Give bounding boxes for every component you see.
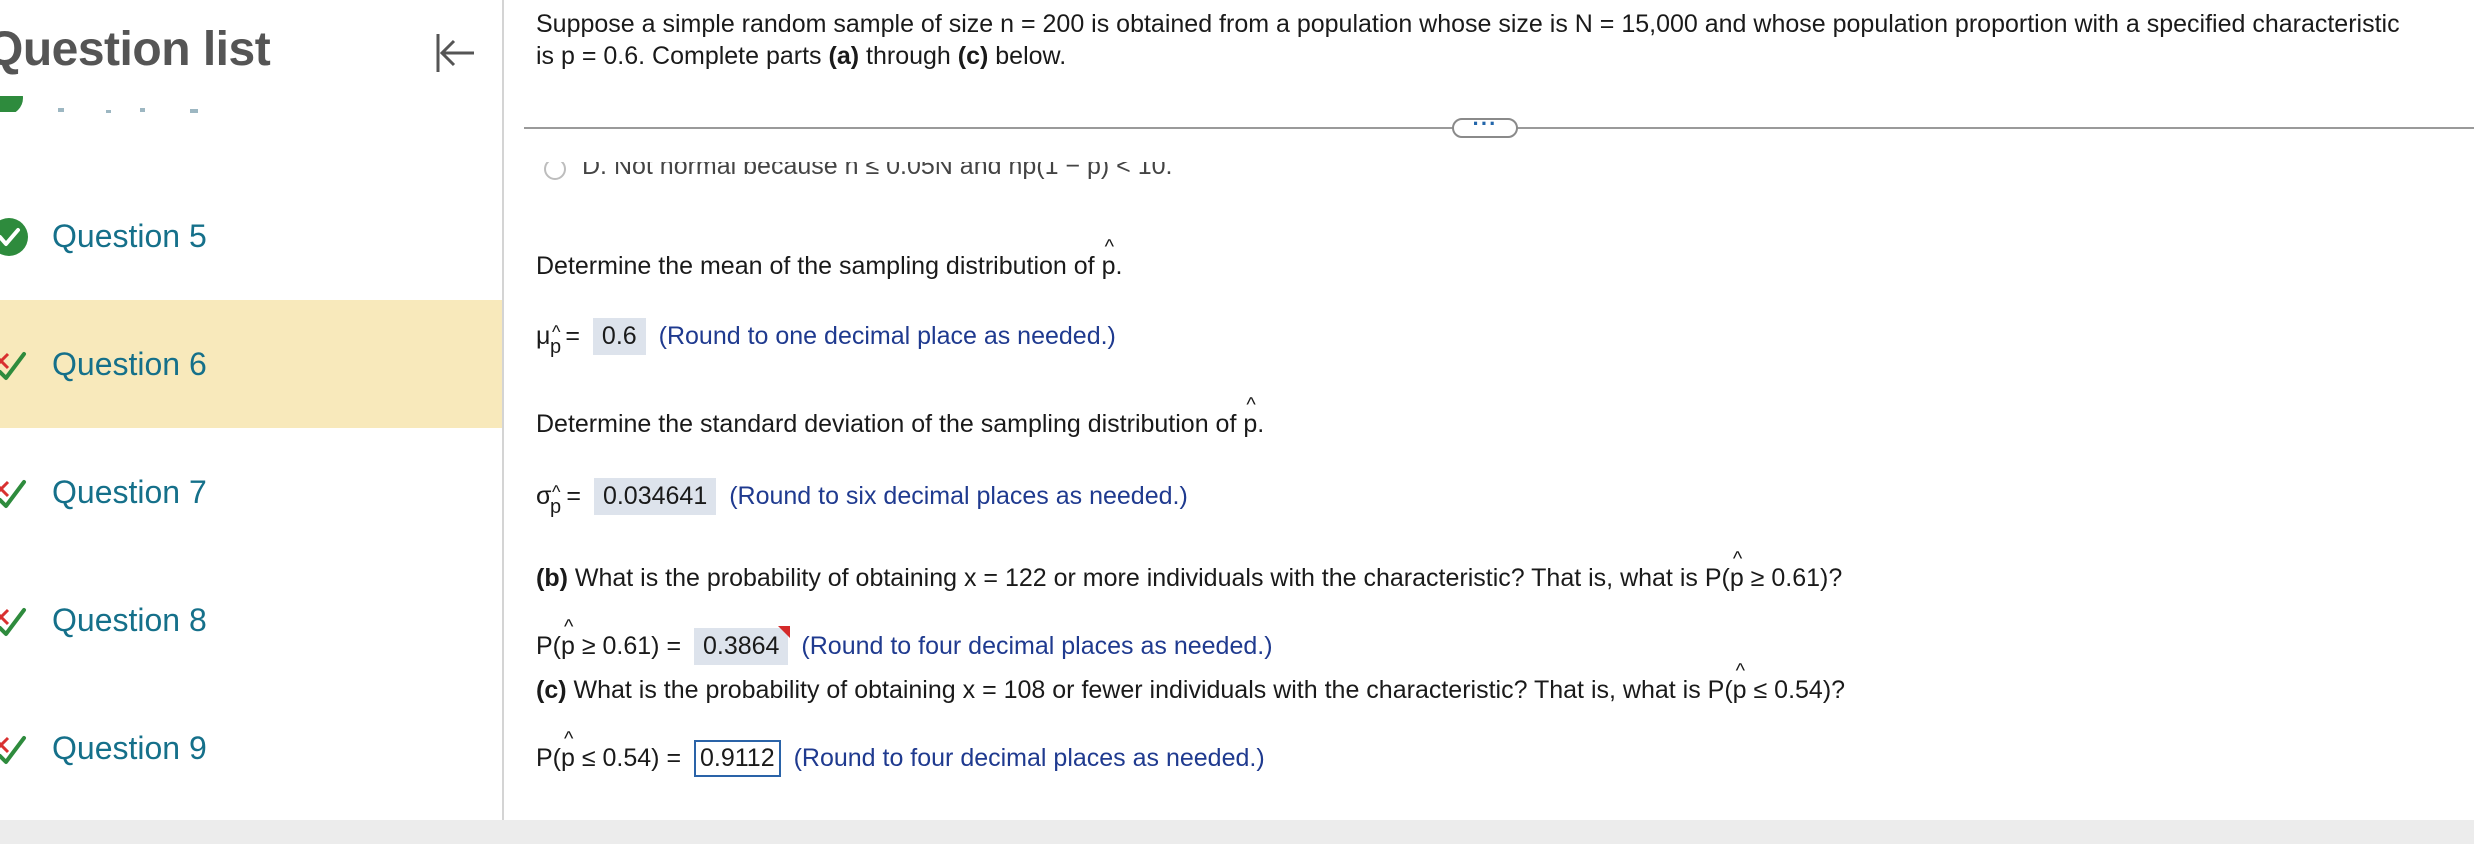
question-text: What is the probability of obtaining x =… bbox=[567, 564, 1730, 592]
check-circle-icon bbox=[0, 96, 23, 112]
sidebar-item-question-9[interactable]: Question 9 bbox=[0, 684, 502, 812]
p-hat: p bbox=[561, 616, 575, 661]
part-c-answer-field[interactable]: 0.9112 bbox=[694, 740, 781, 777]
mean-answer-row: μp = 0.6 (Round to one decimal place as … bbox=[536, 318, 1116, 358]
sigma-phat-symbol: σp bbox=[536, 482, 561, 518]
partial-credit-icon bbox=[0, 608, 26, 636]
prompt-text: Determine the mean of the sampling distr… bbox=[536, 252, 1102, 280]
part-c-hint: (Round to four decimal places as needed.… bbox=[793, 744, 1265, 772]
mu-symbol: μ bbox=[536, 322, 551, 350]
question-text: ≤ 0.54)? bbox=[1746, 676, 1846, 704]
part-c-question: (c) What is the probability of obtaining… bbox=[536, 660, 1846, 705]
question-panel: Suppose a simple random sample of size n… bbox=[504, 0, 2474, 820]
part-c-answer-row: P(p ≤ 0.54) = 0.9112 (Round to four deci… bbox=[536, 728, 1265, 777]
equals-sign: = bbox=[565, 322, 580, 350]
sidebar-item-label: Question 6 bbox=[52, 346, 207, 382]
sd-answer-row: σp = 0.034641 (Round to six decimal plac… bbox=[536, 478, 1188, 518]
bottom-bar bbox=[0, 820, 2474, 844]
part-b-hint: (Round to four decimal places as needed.… bbox=[801, 632, 1273, 660]
period: . bbox=[1257, 410, 1265, 438]
prompt-text: Determine the standard deviation of the … bbox=[536, 410, 1244, 438]
prob-expr: P( bbox=[536, 744, 561, 772]
sidebar-item-label: Question 8 bbox=[52, 602, 207, 638]
problem-line-2: is p = 0.6. Complete parts (a) through (… bbox=[536, 40, 2474, 72]
mu-phat-symbol: μp bbox=[536, 322, 561, 358]
partial-credit-icon bbox=[0, 736, 26, 764]
part-a-ref: (a) bbox=[828, 42, 860, 70]
part-c-ref: (c) bbox=[957, 42, 989, 70]
question-text: ≥ 0.61)? bbox=[1743, 564, 1843, 592]
sidebar-item-label: Question 7 bbox=[52, 474, 207, 510]
p-hat: p bbox=[1243, 394, 1257, 439]
problem-text: is p = 0.6. Complete parts bbox=[536, 42, 829, 70]
p-hat: p bbox=[1730, 548, 1744, 593]
mean-answer-field[interactable]: 0.6 bbox=[592, 318, 646, 355]
sd-hint: (Round to six decimal places as needed.) bbox=[729, 482, 1188, 510]
truncated-label bbox=[58, 108, 198, 113]
question-text: What is the probability of obtaining x =… bbox=[566, 676, 1733, 704]
problem-statement: Suppose a simple random sample of size n… bbox=[536, 8, 2474, 72]
equals-sign: = bbox=[566, 482, 581, 510]
prob-expr: P( bbox=[536, 632, 561, 660]
sidebar-item-question-8[interactable]: Question 8 bbox=[0, 556, 502, 684]
sidebar-title: Question list bbox=[0, 23, 271, 76]
part-b-question: (b) What is the probability of obtaining… bbox=[536, 548, 1843, 593]
question-list-sidebar: Question list Question 5 Question 6 Ques… bbox=[0, 0, 504, 820]
sidebar-item-question-7[interactable]: Question 7 bbox=[0, 428, 502, 556]
p-hat-subscript: p bbox=[550, 322, 561, 359]
p-hat: p bbox=[561, 728, 575, 773]
period: . bbox=[1115, 252, 1123, 280]
collapse-sidebar-button[interactable] bbox=[430, 28, 480, 78]
choice-d-label: D. Not normal because n ≤ 0.05N and np(1… bbox=[582, 162, 1173, 180]
sd-prompt: Determine the standard deviation of the … bbox=[536, 394, 1265, 439]
part-c-label: (c) bbox=[536, 676, 567, 704]
prob-expr: ≤ 0.54) = bbox=[574, 744, 682, 772]
sidebar-item-label: Question 9 bbox=[52, 730, 207, 766]
collapse-left-icon bbox=[436, 34, 474, 72]
part-b-answer-field[interactable]: 0.3864 bbox=[694, 626, 791, 665]
sidebar-item-label: Question 5 bbox=[52, 218, 207, 254]
problem-text: through bbox=[859, 42, 958, 70]
check-circle-icon bbox=[0, 218, 28, 256]
more-options-button[interactable]: ··· bbox=[1452, 111, 1518, 138]
mean-prompt: Determine the mean of the sampling distr… bbox=[536, 236, 1123, 281]
prob-expr: ≥ 0.61) = bbox=[574, 632, 682, 660]
p-hat: p bbox=[1733, 660, 1747, 705]
partial-credit-icon bbox=[0, 352, 26, 380]
ellipsis-icon: ··· bbox=[1472, 111, 1498, 136]
partial-credit-icon bbox=[0, 480, 26, 508]
mean-hint: (Round to one decimal place as needed.) bbox=[658, 322, 1116, 350]
problem-line-1: Suppose a simple random sample of size n… bbox=[536, 10, 2400, 38]
p-hat: p bbox=[1102, 236, 1116, 281]
sidebar-item-question-5[interactable]: Question 5 bbox=[0, 172, 502, 300]
sd-answer-field[interactable]: 0.034641 bbox=[593, 478, 717, 515]
radio-icon[interactable] bbox=[544, 162, 566, 180]
problem-text: below. bbox=[988, 42, 1067, 70]
sidebar-item-question-6[interactable]: Question 6 bbox=[0, 300, 502, 428]
part-b-label: (b) bbox=[536, 564, 568, 592]
sidebar-item-partial[interactable] bbox=[0, 96, 260, 120]
choice-d-partial[interactable]: D. Not normal because n ≤ 0.05N and np(1… bbox=[538, 162, 1438, 190]
p-hat-subscript: p bbox=[550, 482, 561, 519]
part-b-answer-row: P(p ≥ 0.61) = 0.3864 (Round to four deci… bbox=[536, 616, 1273, 665]
